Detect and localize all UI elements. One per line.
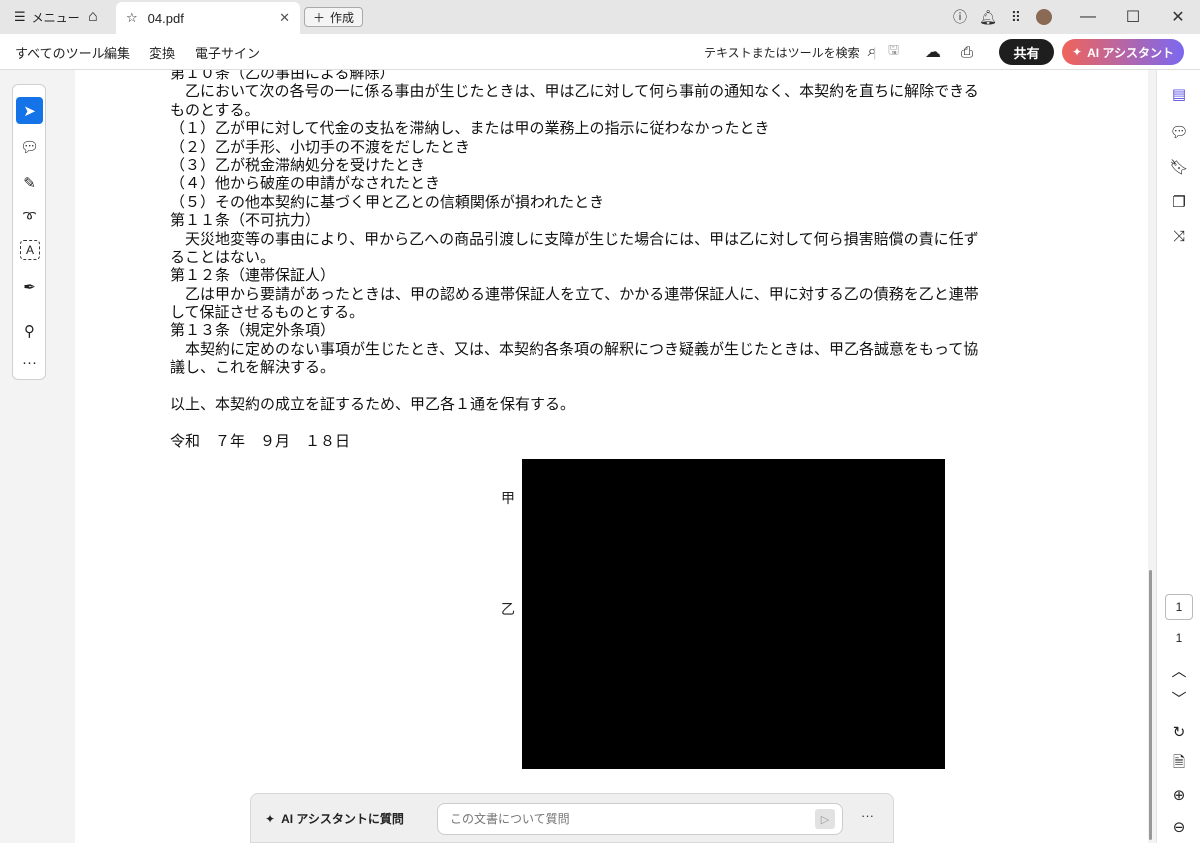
bookmarks-icon[interactable]: 🔖︎	[1165, 153, 1193, 181]
hamburger-icon: ☰	[14, 9, 26, 24]
share-button[interactable]: 共有	[999, 39, 1054, 65]
party-b-label: 乙	[501, 603, 515, 618]
lasso-draw-icon[interactable]: ➰︎	[16, 204, 43, 231]
party-a-label: 甲	[501, 492, 515, 507]
save-icon[interactable]: 🖫︎	[888, 34, 899, 70]
document-line: （２）乙が手形、小切手の不渡をだしたとき	[170, 139, 471, 156]
pdf-page: 第１０条（乙の事由による解除） 乙において次の各号の一に係る事由が生じたときは、…	[75, 70, 1148, 843]
text-box-icon[interactable]: A	[20, 240, 40, 260]
document-line: 第１３条（規定外条項）	[170, 323, 336, 340]
create-button[interactable]: ＋ 作成	[304, 7, 364, 27]
ai-ask-label: AI アシスタントに質問	[281, 812, 404, 826]
title-bar: ☰ メニュー ⌂ ☆ 04.pdf ✕ ＋ 作成 ⓘ 🔔︎ ⠿ — ☐ ✕	[0, 0, 1200, 34]
ai-assistant-label: AI アシスタント	[1087, 45, 1174, 60]
rotate-icon[interactable]: ↻	[1165, 718, 1193, 746]
stamp-icon[interactable]: ⚲	[16, 317, 43, 344]
print-icon[interactable]: ⎙	[961, 34, 973, 70]
toolbar: すべてのツール 編集 変換 電子サイン テキストまたはツールを検索 ⌕ | 🖫︎…	[0, 34, 1200, 70]
page-number-input[interactable]: 1	[1165, 594, 1193, 620]
next-page-icon[interactable]: ﹀	[1165, 684, 1193, 712]
tool-palette: ➤ 💬︎ ✎ ➰︎ A ✒ ⚲ ···	[12, 84, 46, 380]
document-line: ることはない。	[170, 249, 276, 266]
plus-icon: ＋	[313, 10, 326, 25]
close-window-icon[interactable]: ✕	[1158, 0, 1198, 34]
document-line: （１）乙が甲に対して代金の支払を滞納し、または甲の業務上の指示に従わなかったとき	[170, 121, 770, 138]
search-tools-button[interactable]: テキストまたはツールを検索 ⌕	[704, 34, 877, 70]
menu-all-tools[interactable]: すべてのツール	[15, 34, 105, 70]
document-line: 以上、本契約の成立を証するため、甲乙各１通を保有する。	[170, 397, 576, 414]
document-line: 天災地変等の事由により、甲から乙への商品引渡しに支障が生じた場合には、甲は乙に対…	[170, 231, 979, 248]
maximize-icon[interactable]: ☐	[1113, 0, 1153, 34]
document-line: 第１１条（不可抗力）	[170, 213, 321, 230]
create-label: 作成	[330, 10, 355, 25]
prev-page-icon[interactable]: ︿	[1165, 656, 1193, 684]
menu-button[interactable]: ☰ メニュー	[14, 0, 80, 34]
document-line: （３）乙が税金滞納処分を受けたとき	[170, 157, 426, 174]
ai-question-input[interactable]	[437, 803, 843, 835]
menu-e-sign[interactable]: 電子サイン	[195, 34, 260, 70]
comments-icon[interactable]: 💬︎	[1165, 118, 1193, 146]
document-line: 本契約に定めのない事項が生じたとき、又は、本契約各条項の解釈につき疑義が生じたと…	[170, 341, 979, 358]
menu-edit[interactable]: 編集	[104, 34, 130, 70]
document-line: 議し、これを解決する。	[170, 360, 336, 377]
more-tools-icon[interactable]: ···	[16, 349, 43, 376]
pages-icon[interactable]: ❐	[1165, 188, 1193, 216]
tab-04-pdf[interactable]: ☆ 04.pdf ✕	[116, 2, 300, 34]
ai-summary-icon[interactable]: ▤	[1165, 80, 1193, 108]
select-tool-icon[interactable]: ➤	[16, 97, 43, 124]
tab-title: 04.pdf	[147, 10, 184, 26]
more-options-icon[interactable]: ···	[861, 808, 874, 823]
close-tab-icon[interactable]: ✕	[279, 10, 290, 26]
ai-ask-label-group: ✦ AI アシスタントに質問	[265, 810, 404, 827]
redacted-signature-area	[522, 459, 945, 769]
avatar[interactable]	[1024, 0, 1064, 34]
fit-page-icon[interactable]: 🗎︎	[1165, 750, 1193, 778]
ai-chat-icon: ✦	[265, 811, 276, 826]
document-line: ものとする。	[170, 102, 260, 119]
document-text: 第１０条（乙の事由による解除） 乙において次の各号の一に係る事由が生じたときは、…	[170, 70, 990, 451]
search-label: テキストまたはツールを検索	[704, 45, 860, 60]
document-line: 第１２条（連帯保証人）	[170, 268, 336, 285]
minimize-icon[interactable]: —	[1068, 0, 1108, 34]
document-line: （４）他から破産の申請がなされたとき	[170, 176, 441, 193]
right-rail: ▤ 💬︎ 🔖︎ ❐ ⤨ 1 1 ︿ ﹀ ↻ 🗎︎ ⊕ ⊖	[1156, 70, 1200, 843]
ai-chat-icon: ✦	[1072, 45, 1083, 59]
document-line: （５）その他本契約に基づく甲と乙との信頼関係が損われたとき	[170, 194, 605, 211]
comment-tool-icon[interactable]: 💬︎	[16, 133, 43, 160]
send-icon[interactable]: ▷	[815, 809, 835, 829]
menu-convert[interactable]: 変換	[149, 34, 175, 70]
divider: |	[873, 44, 877, 60]
document-line: して保証させるものとする。	[170, 305, 365, 322]
menu-label: メニュー	[31, 10, 80, 25]
star-icon[interactable]: ☆	[126, 10, 138, 26]
document-line: 令和 ７年 ９月 １８日	[170, 433, 351, 450]
highlight-pen-icon[interactable]: ✎	[16, 169, 43, 196]
ai-assistant-button[interactable]: ✦ AI アシスタント	[1062, 39, 1184, 65]
vertical-scrollbar[interactable]	[1148, 70, 1156, 843]
home-button[interactable]: ⌂	[88, 0, 98, 34]
scrollbar-thumb[interactable]	[1149, 570, 1152, 840]
fill-sign-pen-icon[interactable]: ✒	[16, 273, 43, 300]
document-line: 乙は甲から要請があったときは、甲の認める連帯保証人を立て、かかる連帯保証人に、甲…	[170, 286, 979, 303]
ai-assistant-bar: ✦ AI アシスタントに質問 ▷ ···	[250, 793, 894, 843]
page-total: 1	[1175, 631, 1183, 645]
zoom-out-icon[interactable]: ⊖	[1165, 813, 1193, 841]
upload-cloud-icon[interactable]: ☁︎	[925, 34, 941, 70]
organize-icon[interactable]: ⤨	[1165, 222, 1193, 250]
document-line: 乙において次の各号の一に係る事由が生じたときは、甲は乙に対して何ら事前の通知なく…	[170, 84, 979, 101]
document-line: 第１０条（乙の事由による解除）	[170, 70, 395, 82]
home-icon: ⌂	[88, 8, 98, 25]
zoom-in-icon[interactable]: ⊕	[1165, 781, 1193, 809]
